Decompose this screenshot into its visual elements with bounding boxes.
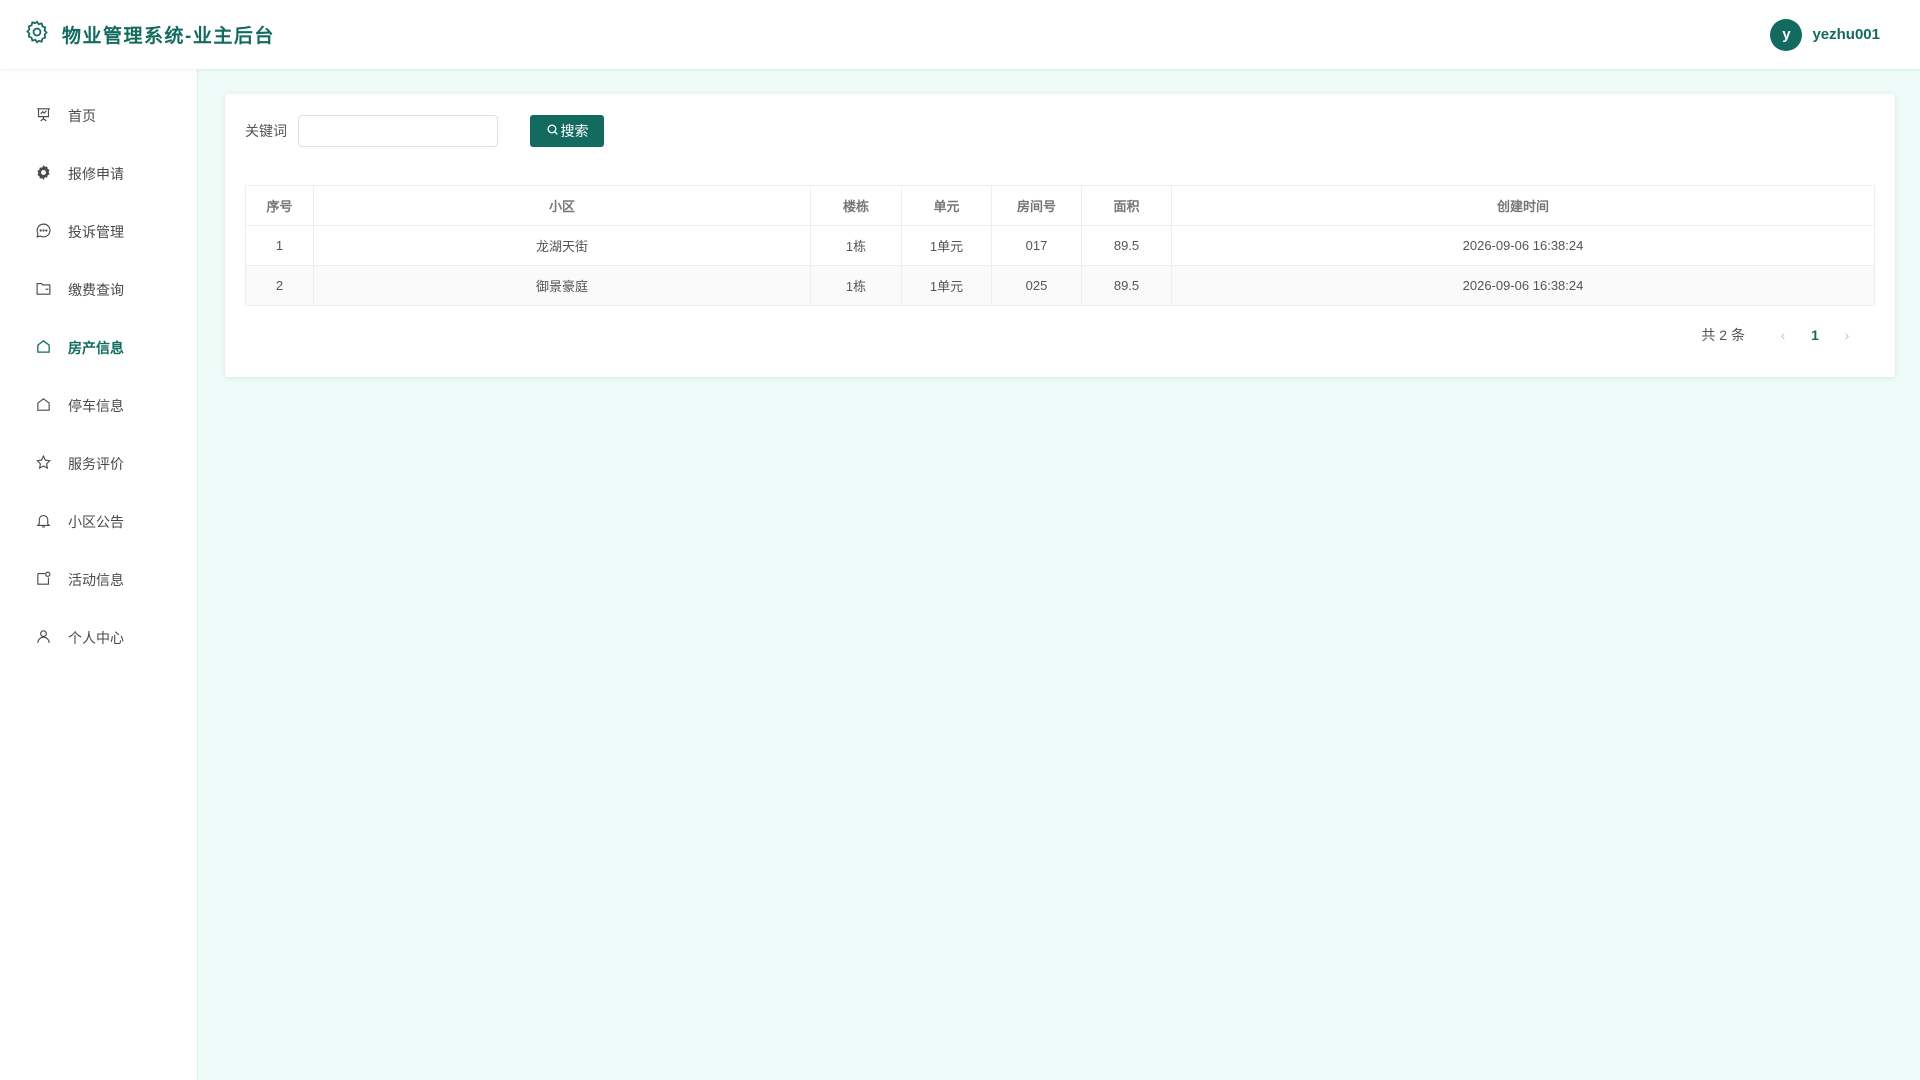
top-header: 物业管理系统-业主后台 y yezhu001 <box>0 0 1920 69</box>
cell-created: 2026-09-06 16:38:24 <box>1171 265 1875 306</box>
search-bar: 关键词 搜索 <box>245 115 604 147</box>
cell-area: 89.5 <box>1081 265 1172 306</box>
cell-room: 025 <box>991 265 1082 306</box>
col-header-index[interactable]: 序号 <box>245 185 314 226</box>
col-header-created[interactable]: 创建时间 <box>1171 185 1875 226</box>
table-header-row: 序号 小区 楼栋 单元 房间号 面积 创建时间 <box>245 185 1875 226</box>
user-menu[interactable]: y yezhu001 <box>1770 18 1880 51</box>
col-header-community[interactable]: 小区 <box>313 185 811 226</box>
search-label: 关键词 <box>245 123 287 139</box>
content-card: 关键词 搜索 序号 小区 楼栋 单元 房间号 面积 创建时间 1 龙湖天街 1栋… <box>225 94 1895 377</box>
sidebar-item-label: 小区公告 <box>68 514 124 530</box>
sidebar: 首页 报修申请 投诉管理 缴费查询 房产信息 停车信息 服务评价 小区公告 活动… <box>0 69 198 1080</box>
sidebar-item-rating[interactable]: 服务评价 <box>0 435 197 493</box>
brand: 物业管理系统-业主后台 <box>24 19 275 50</box>
col-header-unit[interactable]: 单元 <box>901 185 992 226</box>
sidebar-item-label: 投诉管理 <box>68 224 124 240</box>
cell-community: 龙湖天街 <box>313 225 811 266</box>
sidebar-item-complaints[interactable]: 投诉管理 <box>0 203 197 261</box>
avatar[interactable]: y <box>1770 18 1803 51</box>
sidebar-item-profile[interactable]: 个人中心 <box>0 609 197 667</box>
sidebar-item-repair[interactable]: 报修申请 <box>0 145 197 203</box>
cell-created: 2026-09-06 16:38:24 <box>1171 225 1875 266</box>
pagination: 共 2 条 ‹ 1 › <box>1701 325 1863 345</box>
col-header-building[interactable]: 楼栋 <box>810 185 902 226</box>
home-icon <box>35 396 52 416</box>
username[interactable]: yezhu001 <box>1812 26 1880 43</box>
presentation-icon <box>35 106 52 126</box>
sidebar-item-property[interactable]: 房产信息 <box>0 319 197 377</box>
search-button[interactable]: 搜索 <box>530 115 604 147</box>
sidebar-item-label: 个人中心 <box>68 630 124 646</box>
prev-page-button[interactable]: ‹ <box>1767 327 1799 343</box>
folder-icon <box>35 280 52 300</box>
sidebar-item-label: 报修申请 <box>68 166 124 182</box>
bell-icon <box>35 512 52 532</box>
sidebar-item-parking[interactable]: 停车信息 <box>0 377 197 435</box>
calendar-icon <box>35 570 52 590</box>
cell-building: 1栋 <box>810 265 902 306</box>
sidebar-item-label: 活动信息 <box>68 572 124 588</box>
table-row[interactable]: 1 龙湖天街 1栋 1单元 017 89.5 2026-09-06 16:38:… <box>245 225 1875 266</box>
sidebar-item-label: 首页 <box>68 108 96 124</box>
gear-icon <box>35 164 52 184</box>
user-icon <box>35 628 52 648</box>
app-title: 物业管理系统-业主后台 <box>62 26 275 47</box>
sidebar-item-payment[interactable]: 缴费查询 <box>0 261 197 319</box>
home-icon <box>35 338 52 358</box>
cell-index: 1 <box>245 225 314 266</box>
sidebar-item-notices[interactable]: 小区公告 <box>0 493 197 551</box>
gear-icon <box>24 19 50 50</box>
next-page-button[interactable]: › <box>1831 327 1863 343</box>
sidebar-item-label: 缴费查询 <box>68 282 124 298</box>
cell-community: 御景豪庭 <box>313 265 811 306</box>
sidebar-item-label: 房产信息 <box>68 340 124 356</box>
table-row[interactable]: 2 御景豪庭 1栋 1单元 025 89.5 2026-09-06 16:38:… <box>245 265 1875 306</box>
sidebar-item-home[interactable]: 首页 <box>0 87 197 145</box>
property-table: 序号 小区 楼栋 单元 房间号 面积 创建时间 1 龙湖天街 1栋 1单元 01… <box>245 185 1875 306</box>
pagination-total: 共 2 条 <box>1701 327 1745 343</box>
sidebar-item-label: 停车信息 <box>68 398 124 414</box>
search-icon <box>546 123 559 139</box>
cell-index: 2 <box>245 265 314 306</box>
cell-building: 1栋 <box>810 225 902 266</box>
star-icon <box>35 454 52 474</box>
cell-area: 89.5 <box>1081 225 1172 266</box>
col-header-room[interactable]: 房间号 <box>991 185 1082 226</box>
cell-unit: 1单元 <box>901 225 992 266</box>
cell-room: 017 <box>991 225 1082 266</box>
sidebar-item-activities[interactable]: 活动信息 <box>0 551 197 609</box>
cell-unit: 1单元 <box>901 265 992 306</box>
page-number-1[interactable]: 1 <box>1799 327 1831 343</box>
search-input[interactable] <box>298 115 498 147</box>
col-header-area[interactable]: 面积 <box>1081 185 1172 226</box>
search-button-label: 搜索 <box>560 123 589 139</box>
sidebar-item-label: 服务评价 <box>68 456 124 472</box>
chat-icon <box>35 222 52 242</box>
